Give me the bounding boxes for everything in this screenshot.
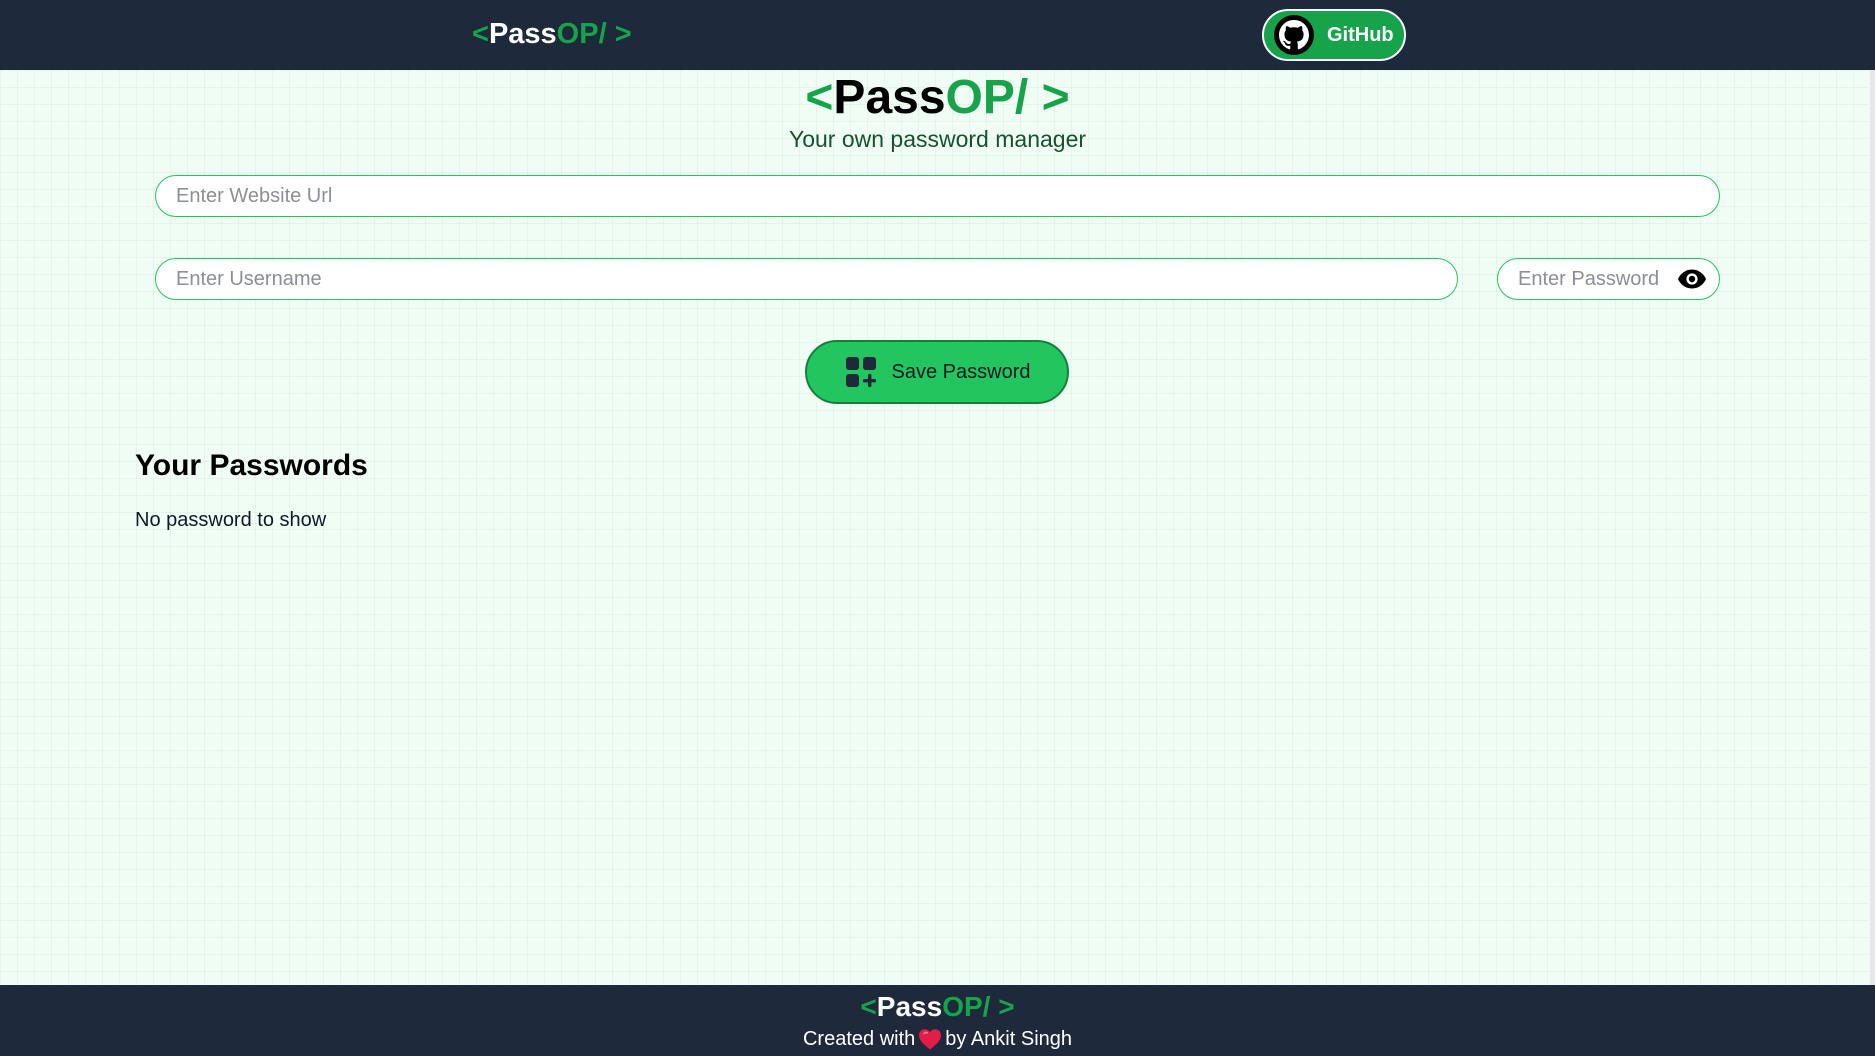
footer-pass-text: Pass [876, 991, 943, 1022]
page: <PassOP/ > GitHub <PassOP/ > Your own pa… [0, 0, 1875, 1056]
title-op-text: OP/ [945, 71, 1029, 124]
github-button[interactable]: GitHub [1262, 9, 1406, 61]
logo-open-bracket: < [472, 18, 489, 50]
footer: <PassOP/ > Created with by Ankit Singh [0, 985, 1875, 1056]
page-subtitle: Your own password manager [788, 126, 1087, 152]
credit-suffix: by Ankit Singh [945, 1028, 1073, 1050]
footer-logo: <PassOP/ > [0, 992, 1875, 1022]
title-close-bracket: > [1041, 71, 1070, 124]
footer-op-text: OP/ [942, 991, 991, 1022]
scrollbar[interactable] [1870, 70, 1875, 985]
add-grid-icon [844, 355, 878, 389]
navbar: <PassOP/ > GitHub [0, 0, 1875, 70]
title-open-bracket: < [805, 71, 834, 124]
eye-icon[interactable] [1675, 265, 1709, 293]
username-input[interactable] [155, 258, 1458, 300]
nav-logo[interactable]: <PassOP/ > [472, 18, 632, 51]
save-password-button[interactable]: Save Password [805, 340, 1069, 404]
github-label: GitHub [1327, 23, 1394, 46]
title-pass-text: Pass [833, 71, 946, 124]
footer-credit: Created with by Ankit Singh [0, 1026, 1875, 1056]
empty-passwords-message: No password to show [135, 509, 327, 531]
credit-prefix: Created with [802, 1028, 916, 1050]
website-url-input[interactable] [155, 175, 1720, 217]
page-title: <PassOP/ > [0, 72, 1875, 124]
logo-close-bracket: > [614, 18, 632, 50]
passwords-heading: Your Passwords [135, 449, 368, 482]
save-password-label: Save Password [891, 360, 1031, 383]
heart-icon [918, 1028, 942, 1056]
github-icon [1274, 15, 1314, 55]
logo-pass-text: Pass [488, 18, 557, 50]
footer-open-bracket: < [860, 991, 877, 1022]
footer-close-bracket: > [998, 991, 1015, 1022]
logo-op-text: OP/ [556, 18, 607, 50]
